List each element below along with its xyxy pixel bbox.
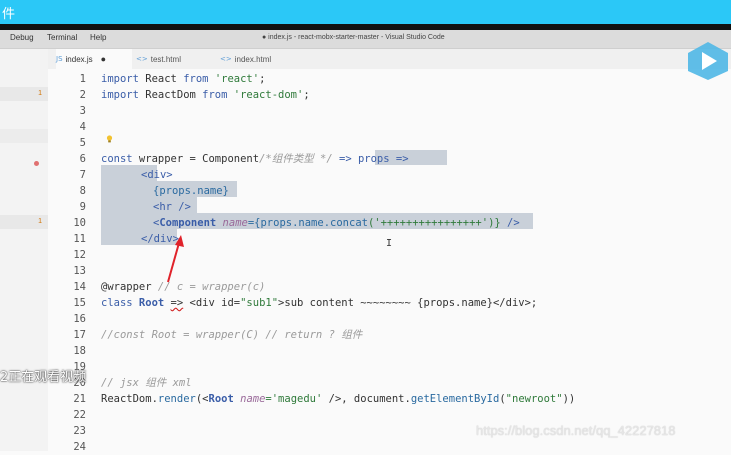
side-panel-row[interactable] bbox=[0, 129, 48, 143]
window-title: ● index.js - react-mobx-starter-master -… bbox=[262, 34, 445, 41]
tab-index-js[interactable]: JS index.js ● bbox=[56, 49, 132, 69]
tab-label: index.js bbox=[65, 54, 93, 64]
code-editor[interactable]: 1 2 3 4 5 6 7 8 9 10 11 12 13 14 15 16 1… bbox=[48, 69, 731, 453]
tab-label: index.html bbox=[234, 54, 272, 64]
viewer-count-overlay: 2正在观看视频 bbox=[0, 370, 87, 385]
menu-debug[interactable]: Debug bbox=[10, 33, 34, 42]
tab-test-html[interactable]: <> test.html bbox=[136, 49, 216, 69]
title-bar: Debug Terminal Help ● index.js - react-m… bbox=[0, 30, 731, 49]
problem-badge: 1 bbox=[38, 218, 42, 225]
editor-tabs: JS index.js ● <> test.html <> index.html bbox=[48, 49, 731, 69]
banner-text: 件 bbox=[2, 7, 16, 22]
breakpoint-dot bbox=[34, 161, 39, 166]
menu-terminal[interactable]: Terminal bbox=[47, 33, 77, 42]
top-banner: 件 bbox=[0, 0, 731, 24]
side-panel: 1 1 bbox=[0, 49, 49, 451]
tab-label: test.html bbox=[150, 54, 181, 64]
tab-index-html[interactable]: <> index.html bbox=[220, 49, 300, 69]
problem-badge: 1 bbox=[38, 90, 42, 97]
watermark: https://blog.csdn.net/qq_42227818 bbox=[476, 423, 676, 438]
js-file-icon: JS bbox=[56, 55, 63, 63]
html-file-icon: <> bbox=[136, 55, 148, 63]
red-arrow-annotation bbox=[167, 235, 184, 283]
html-file-icon: <> bbox=[220, 55, 232, 63]
unsaved-dot-icon: ● bbox=[100, 54, 107, 64]
menu-help[interactable]: Help bbox=[90, 33, 106, 42]
video-player-icon[interactable] bbox=[686, 40, 730, 82]
